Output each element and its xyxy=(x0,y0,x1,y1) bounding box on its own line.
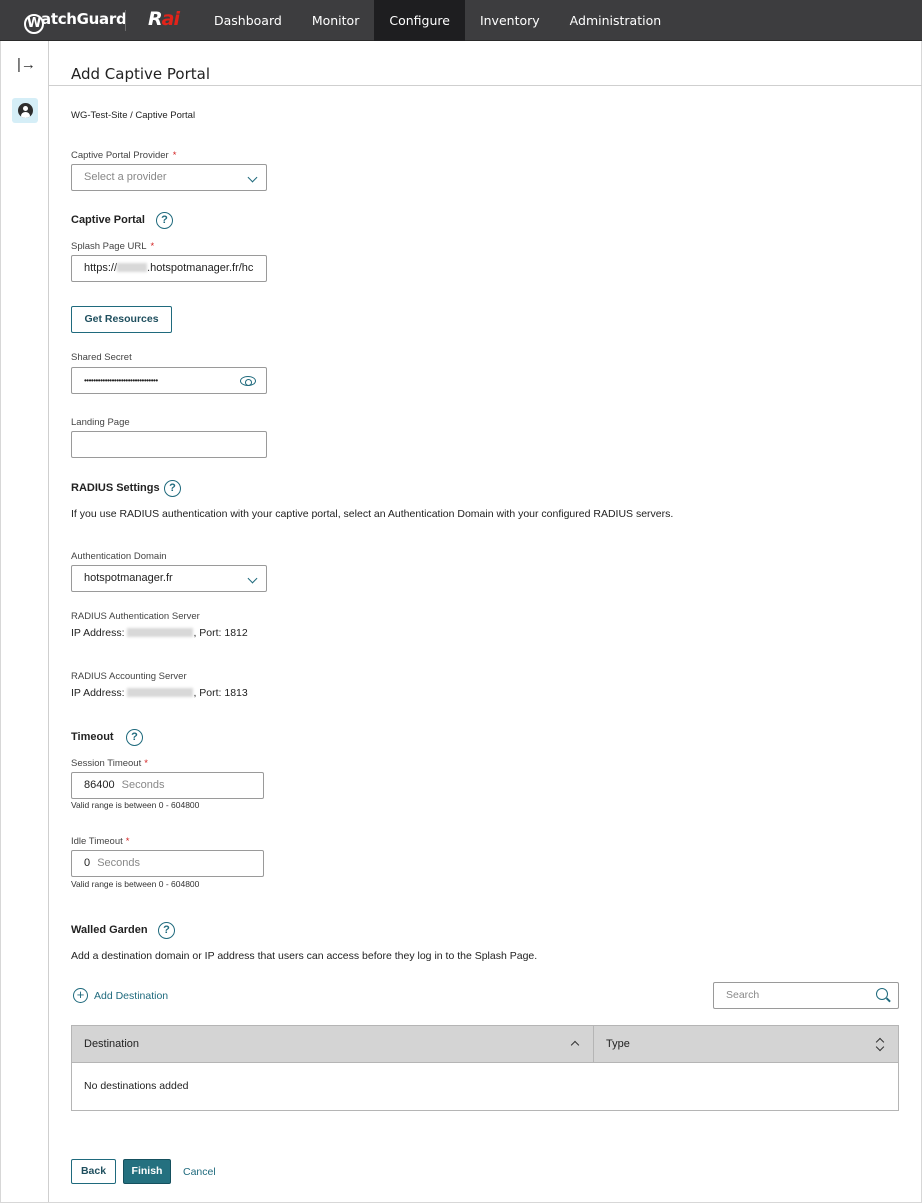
redacted-ip xyxy=(127,628,194,637)
splash-url-label-text: Splash Page URL xyxy=(71,241,147,252)
expand-sidebar-icon[interactable]: |→ xyxy=(17,56,36,73)
logo-divider xyxy=(125,10,126,31)
captive-portal-heading: Captive Portal xyxy=(71,214,145,226)
session-timeout-label-text: Session Timeout xyxy=(71,758,142,769)
radius-acct-server-value: IP Address: , Port: 1813 xyxy=(71,687,248,699)
idle-timeout-input[interactable]: 0 Seconds xyxy=(71,850,264,877)
shared-secret-label: Shared Secret xyxy=(71,352,132,363)
rai-logo-ai: ai xyxy=(161,8,180,30)
back-button[interactable]: Back xyxy=(71,1159,116,1184)
column-divider xyxy=(593,1026,594,1063)
timeout-help-icon[interactable]: ? xyxy=(126,729,143,746)
redacted-subdomain xyxy=(117,263,148,272)
breadcrumb: WG-Test-Site / Captive Portal xyxy=(71,110,196,121)
radius-help-icon[interactable]: ? xyxy=(164,480,181,497)
search-placeholder: Search xyxy=(726,989,760,1001)
splash-url-input[interactable]: https:// .hotspotmanager.fr/hc xyxy=(71,255,267,282)
redacted-ip xyxy=(127,688,194,697)
show-password-eye-icon[interactable] xyxy=(240,376,256,386)
radius-settings-heading: RADIUS Settings xyxy=(71,482,160,494)
idle-timeout-label: Idle Timeout * xyxy=(71,836,129,847)
column-header-type[interactable]: Type xyxy=(606,1026,630,1063)
sort-ascending-icon[interactable] xyxy=(570,1040,580,1050)
radius-description: If you use RADIUS authentication with yo… xyxy=(71,508,674,520)
walled-garden-help-icon[interactable]: ? xyxy=(158,922,175,939)
idle-timeout-hint: Valid range is between 0 - 604800 xyxy=(71,879,200,889)
shared-secret-input[interactable]: •••••••••••••••••••••••••••••••• xyxy=(71,367,267,394)
sort-icon[interactable] xyxy=(875,1037,885,1053)
idle-timeout-label-text: Idle Timeout xyxy=(71,836,123,847)
watchguard-logo-text: atchGuard xyxy=(41,10,127,28)
provider-label: Captive Portal Provider * xyxy=(71,150,176,161)
session-timeout-hint: Valid range is between 0 - 604800 xyxy=(71,800,200,810)
auth-port: , Port: 1812 xyxy=(193,627,248,639)
get-resources-button[interactable]: Get Resources xyxy=(71,306,172,333)
required-marker: * xyxy=(144,758,148,769)
landing-page-input[interactable] xyxy=(71,431,267,458)
column-header-destination[interactable]: Destination xyxy=(84,1026,139,1063)
radius-auth-server-label: RADIUS Authentication Server xyxy=(71,611,200,622)
required-marker: * xyxy=(150,241,155,252)
title-divider xyxy=(49,85,922,86)
provider-select[interactable]: Select a provider xyxy=(71,164,267,191)
page-title: Add Captive Portal xyxy=(71,65,211,83)
main-nav: Dashboard Monitor Configure Inventory Ad… xyxy=(199,0,676,41)
walled-garden-heading: Walled Garden xyxy=(71,924,148,936)
chevron-down-icon xyxy=(247,172,258,183)
session-timeout-label: Session Timeout * xyxy=(71,758,148,769)
session-timeout-value: 86400 xyxy=(84,779,115,791)
finish-button[interactable]: Finish xyxy=(123,1159,171,1184)
provider-label-text: Captive Portal Provider xyxy=(71,150,169,161)
auth-domain-select[interactable]: hotspotmanager.fr xyxy=(71,565,267,592)
timeout-heading: Timeout xyxy=(71,731,114,743)
radius-auth-server-value: IP Address: , Port: 1812 xyxy=(71,627,248,639)
shared-secret-value: •••••••••••••••••••••••••••••••• xyxy=(84,376,158,385)
captive-portal-help-icon[interactable]: ? xyxy=(156,212,173,229)
add-destination-link[interactable]: Add Destination xyxy=(94,990,168,1002)
rai-logo-r: R xyxy=(148,8,163,30)
auth-domain-value: hotspotmanager.fr xyxy=(84,572,173,584)
add-circle-icon[interactable]: + xyxy=(73,988,88,1003)
walled-garden-description: Add a destination domain or IP address t… xyxy=(71,950,538,962)
chevron-down-icon xyxy=(247,573,258,584)
required-marker: * xyxy=(125,836,130,847)
rai-logo[interactable]: Rai xyxy=(148,8,180,30)
nav-monitor[interactable]: Monitor xyxy=(297,0,375,41)
top-navigation-bar: WatchGuard Rai Dashboard Monitor Configu… xyxy=(0,0,922,41)
watchguard-logo[interactable]: WatchGuard xyxy=(24,10,127,34)
user-icon xyxy=(18,103,33,118)
provider-placeholder: Select a provider xyxy=(84,171,167,183)
table-empty-message: No destinations added xyxy=(84,1080,189,1092)
search-input[interactable]: Search xyxy=(713,982,899,1009)
splash-url-prefix: https:// xyxy=(84,262,118,274)
acct-port: , Port: 1813 xyxy=(193,687,248,699)
required-marker: * xyxy=(172,150,177,161)
destinations-table: Destination Type No destinations added xyxy=(71,1025,899,1111)
sidebar-item-account[interactable] xyxy=(12,98,38,123)
nav-configure[interactable]: Configure xyxy=(374,0,465,41)
idle-timeout-unit: Seconds xyxy=(97,857,140,869)
acct-ip-prefix: IP Address: xyxy=(71,687,125,699)
search-icon[interactable] xyxy=(876,988,888,1000)
auth-ip-prefix: IP Address: xyxy=(71,627,125,639)
nav-inventory[interactable]: Inventory xyxy=(465,0,555,41)
nav-administration[interactable]: Administration xyxy=(555,0,676,41)
auth-domain-label: Authentication Domain xyxy=(71,551,167,562)
sidebar: |→ xyxy=(0,41,49,1203)
splash-url-label: Splash Page URL * xyxy=(71,241,154,252)
session-timeout-input[interactable]: 86400 Seconds xyxy=(71,772,264,799)
splash-url-suffix: .hotspotmanager.fr/hc xyxy=(147,262,254,274)
table-header: Destination Type xyxy=(72,1026,898,1063)
cancel-link[interactable]: Cancel xyxy=(183,1166,216,1178)
idle-timeout-value: 0 xyxy=(84,857,91,869)
landing-page-label: Landing Page xyxy=(71,417,130,428)
session-timeout-unit: Seconds xyxy=(121,779,165,791)
radius-acct-server-label: RADIUS Accounting Server xyxy=(71,671,187,682)
nav-dashboard[interactable]: Dashboard xyxy=(199,0,297,41)
